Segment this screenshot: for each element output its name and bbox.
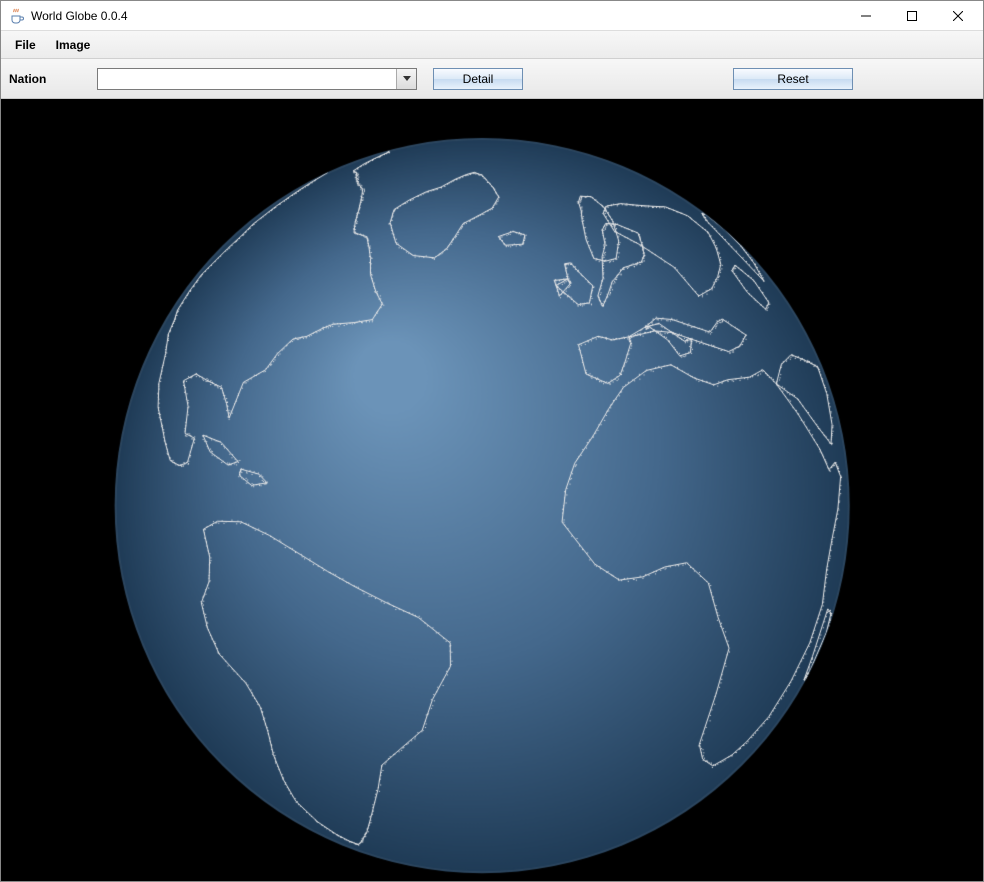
titlebar: World Globe 0.0.4: [1, 1, 983, 31]
nation-select[interactable]: [97, 68, 417, 90]
nation-label: Nation: [7, 72, 97, 86]
detail-button[interactable]: Detail: [433, 68, 523, 90]
toolbar: Nation Detail Reset: [1, 59, 983, 99]
minimize-button[interactable]: [843, 1, 889, 31]
nation-select-value: [98, 69, 396, 89]
globe-canvas[interactable]: [1, 99, 983, 881]
window-title: World Globe 0.0.4: [31, 9, 128, 23]
chevron-down-icon: [396, 69, 416, 89]
close-button[interactable]: [935, 1, 981, 31]
reset-button[interactable]: Reset: [733, 68, 853, 90]
java-cup-icon: [9, 8, 25, 24]
globe-viewport[interactable]: [1, 99, 983, 881]
menubar: File Image: [1, 31, 983, 59]
maximize-button[interactable]: [889, 1, 935, 31]
app-window: World Globe 0.0.4 File Image Nation Deta…: [0, 0, 984, 882]
menu-file[interactable]: File: [7, 34, 44, 56]
menu-image[interactable]: Image: [48, 34, 99, 56]
